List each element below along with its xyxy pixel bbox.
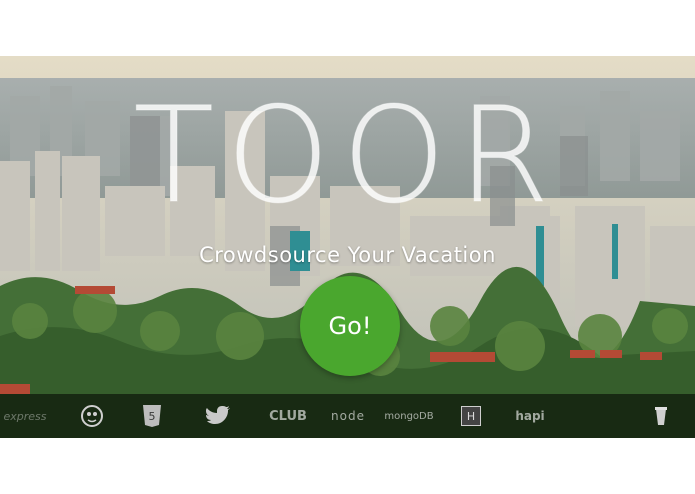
monkey-icon (70, 394, 114, 438)
node-logo-text: node (331, 409, 365, 423)
express-logo-text: express (3, 409, 47, 423)
hero-section: TOOR Crowdsource Your Vacation Go! expre… (0, 56, 695, 438)
tech-stack-bar: express 5 CLUB node mongoDB H hapi (0, 394, 695, 438)
go-button[interactable]: Go! (300, 276, 400, 376)
hero-tagline: Crowdsource Your Vacation (199, 243, 496, 267)
club-logo-text: CLUB (269, 408, 307, 424)
cup-icon (648, 394, 674, 438)
mongodb-logo-text: mongoDB (384, 410, 434, 422)
heroku-logo-text: H (461, 406, 481, 426)
node-icon: node (322, 394, 374, 438)
brand-title: TOOR (133, 79, 562, 233)
express-icon: express (0, 394, 50, 438)
html5-icon: 5 (132, 394, 172, 438)
heroku-icon: H (458, 394, 484, 438)
mongodb-icon: mongoDB (380, 394, 438, 438)
twitter-icon (198, 394, 238, 438)
html5-logo-text: 5 (149, 410, 156, 423)
hapi-icon: hapi (508, 394, 552, 438)
club-icon: CLUB (258, 394, 318, 438)
hapi-logo-text: hapi (515, 409, 545, 423)
